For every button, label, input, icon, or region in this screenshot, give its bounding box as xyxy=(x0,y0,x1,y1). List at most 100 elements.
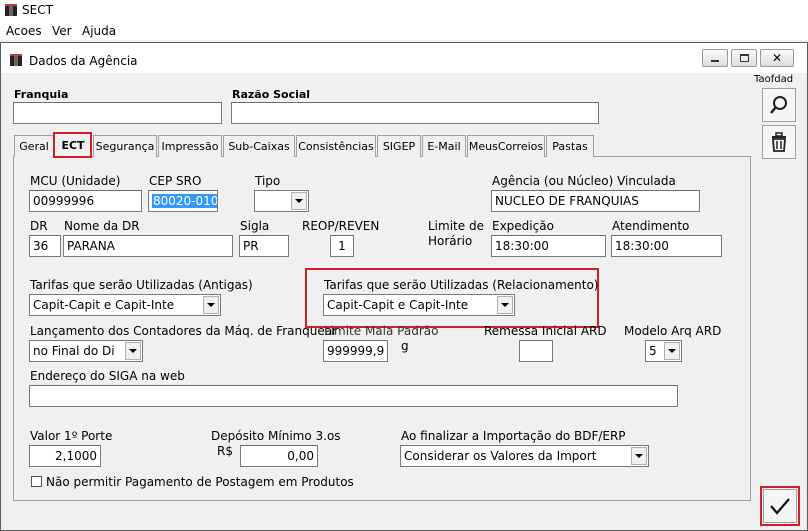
tab-seguranca[interactable]: Segurança xyxy=(93,135,157,157)
siga-label: Endereço do SIGA na web xyxy=(30,369,185,383)
chevron-down-icon xyxy=(668,349,676,353)
app-title: SECT xyxy=(22,3,53,17)
deposito-label-1: Depósito Mínimo 3.os xyxy=(211,429,341,443)
tipo-dropdown-arrow[interactable] xyxy=(291,192,307,210)
close-button[interactable]: ✕ xyxy=(760,49,794,67)
limite-horario-label-2: Horário xyxy=(428,234,473,248)
dialog-icon xyxy=(9,53,23,67)
minimize-button[interactable] xyxy=(702,49,728,67)
nome-dr-label: Nome da DR xyxy=(64,219,140,233)
finalizar-label: Ao finalizar a Importação do BDF/ERP xyxy=(401,429,626,443)
tab-sub-caixas[interactable]: Sub-Caixas xyxy=(223,135,295,157)
razao-social-field[interactable] xyxy=(231,102,599,124)
chevron-down-icon xyxy=(129,349,137,353)
modelo-ard-value: 5 xyxy=(649,344,657,358)
nao-permitir-checkbox[interactable] xyxy=(31,476,42,487)
siga-field[interactable] xyxy=(29,385,678,407)
delete-button[interactable] xyxy=(762,125,796,159)
dr-field[interactable]: 36 xyxy=(29,235,61,257)
valor-porte-field[interactable]: 2,1000 xyxy=(29,445,101,467)
deposito-field[interactable]: 0,00 xyxy=(240,445,318,467)
valor-porte-label: Valor 1º Porte xyxy=(30,429,113,443)
tab-consistencias[interactable]: Consistências xyxy=(296,135,376,157)
finalizar-dropdown-arrow[interactable] xyxy=(631,447,647,465)
atendimento-field[interactable]: 18:30:00 xyxy=(611,235,722,257)
lancamento-dropdown-arrow[interactable] xyxy=(125,342,141,360)
chevron-down-icon xyxy=(295,199,303,203)
franquia-label: Franquia xyxy=(14,88,69,101)
tab-meuscorreios[interactable]: MeusCorreios xyxy=(467,135,545,157)
search-icon xyxy=(770,96,787,114)
dialog-title: Dados da Agência xyxy=(29,54,138,68)
cep-sro-selected-text: 80020-010 xyxy=(152,194,218,208)
sigla-field[interactable]: PR xyxy=(239,235,289,257)
tarifas-antigas-select[interactable]: Capit-Capit e Capit-Inte xyxy=(29,294,221,316)
tarifas-relacionamento-value: Capit-Capit e Capit-Inte xyxy=(327,298,469,312)
lancamento-label: Lançamento dos Contadores da Máq. de Fra… xyxy=(30,324,337,338)
search-button[interactable] xyxy=(762,88,796,122)
menu-acoes[interactable]: Acoes xyxy=(6,24,42,38)
dialog-title-bar: Dados da Agência xyxy=(1,43,807,73)
modelo-ard-dropdown-arrow[interactable] xyxy=(664,342,680,360)
tab-sigep[interactable]: SIGEP xyxy=(377,135,421,157)
tarifas-relacionamento-select[interactable]: Capit-Capit e Capit-Inte xyxy=(323,294,515,316)
dr-label: DR xyxy=(30,219,48,233)
app-title-bar: SECT xyxy=(0,0,808,20)
trash-icon xyxy=(772,132,786,152)
limite-mala-field[interactable]: 999999,9 xyxy=(323,340,388,362)
atendimento-label: Atendimento xyxy=(612,219,690,233)
remessa-label: Remessa Inicial ARD xyxy=(484,324,607,338)
tarifas-relacionamento-dropdown-arrow[interactable] xyxy=(497,296,513,314)
close-icon: ✕ xyxy=(771,51,783,65)
deposito-label-2: R$ xyxy=(217,444,233,458)
maximize-icon xyxy=(739,54,749,62)
app-icon xyxy=(4,3,18,17)
limite-mala-unit: g xyxy=(401,339,409,353)
expedicao-label: Expedição xyxy=(492,219,554,233)
tarifas-antigas-dropdown-arrow[interactable] xyxy=(203,296,219,314)
nao-permitir-label: Não permitir Pagamento de Postagem em Pr… xyxy=(46,475,354,489)
cep-sro-field[interactable]: 80020-010 xyxy=(148,190,218,212)
menu-ver[interactable]: Ver xyxy=(52,24,72,38)
tarifas-antigas-label: Tarifas que serão Utilizadas (Antigas) xyxy=(30,278,253,292)
tipo-select[interactable] xyxy=(254,190,309,212)
chevron-down-icon xyxy=(501,303,509,307)
tab-impressao[interactable]: Impressão xyxy=(158,135,222,157)
modelo-ard-label: Modelo Arq ARD xyxy=(624,324,722,338)
menu-ajuda[interactable]: Ajuda xyxy=(82,24,116,38)
nome-dr-field[interactable]: PARANA xyxy=(63,235,233,257)
tab-pastas[interactable]: Pastas xyxy=(546,135,594,157)
expedicao-field[interactable]: 18:30:00 xyxy=(491,235,606,257)
franquia-field[interactable] xyxy=(13,102,222,124)
mcu-label: MCU (Unidade) xyxy=(30,174,121,188)
chevron-down-icon xyxy=(635,454,643,458)
finalizar-select[interactable]: Considerar os Valores da Import xyxy=(400,445,649,467)
agencia-label: Agência (ou Núcleo) Vinculada xyxy=(492,174,676,188)
limite-horario-label-1: Limite de xyxy=(428,219,484,233)
mcu-field[interactable]: 00999996 xyxy=(29,190,142,212)
chevron-down-icon xyxy=(207,303,215,307)
finalizar-value: Considerar os Valores da Import xyxy=(404,449,597,463)
modelo-ard-select[interactable]: 5 xyxy=(645,340,682,362)
tab-geral[interactable]: Geral xyxy=(14,135,54,157)
reop-label: REOP/REVEN xyxy=(302,219,380,233)
lancamento-value: no Final do Di xyxy=(33,344,115,358)
remessa-field[interactable] xyxy=(519,340,553,362)
lancamento-select[interactable]: no Final do Di xyxy=(29,340,143,362)
tipo-label: Tipo xyxy=(255,174,281,188)
ect-tab-highlight xyxy=(53,132,92,158)
side-caption: Taofdad xyxy=(754,74,794,85)
tarifas-relacionamento-label: Tarifas que serão Utilizadas (Relacionam… xyxy=(324,278,599,292)
minimize-icon xyxy=(711,60,719,62)
reop-field[interactable]: 1 xyxy=(330,235,354,257)
confirm-highlight xyxy=(760,486,800,526)
cep-sro-label: CEP SRO xyxy=(149,174,202,188)
maximize-button[interactable] xyxy=(731,49,757,67)
sigla-label: Sigla xyxy=(240,219,270,233)
menu-bar: Acoes Ver Ajuda xyxy=(0,20,808,40)
razao-social-label: Razão Social xyxy=(232,88,311,101)
tab-email[interactable]: E-Mail xyxy=(422,135,466,157)
tarifas-antigas-value: Capit-Capit e Capit-Inte xyxy=(33,298,175,312)
limite-mala-label: Limite Mala Padrão xyxy=(324,324,439,338)
agencia-field[interactable]: NUCLEO DE FRANQUIAS xyxy=(491,190,700,212)
